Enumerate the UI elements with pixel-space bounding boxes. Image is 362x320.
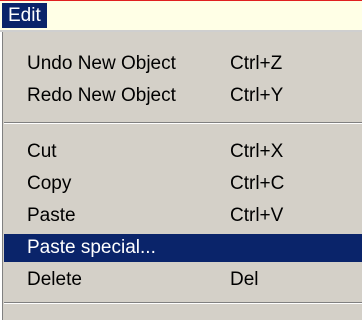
menu-item-shortcut: Ctrl+X bbox=[230, 141, 284, 162]
menu-item-cut[interactable]: Cut Ctrl+X bbox=[4, 138, 362, 166]
menu-item-shortcut: Ctrl+C bbox=[230, 173, 285, 194]
menu-separator bbox=[4, 302, 362, 304]
menu-item-redo[interactable]: Redo New Object Ctrl+Y bbox=[4, 82, 362, 110]
menu-item-undo[interactable]: Undo New Object Ctrl+Z bbox=[4, 50, 362, 78]
menu-item-label: Copy bbox=[27, 173, 72, 194]
edit-dropdown-menu: Undo New Object Ctrl+Z Redo New Object C… bbox=[0, 32, 362, 320]
menu-item-shortcut: Ctrl+Y bbox=[230, 85, 284, 106]
menu-separator bbox=[4, 122, 362, 124]
menu-bar: Edit bbox=[0, 1, 362, 32]
menu-item-label: Cut bbox=[27, 141, 57, 162]
menu-item-shortcut: Ctrl+Z bbox=[230, 53, 283, 74]
menu-item-shortcut: Del bbox=[230, 269, 259, 290]
menu-item-paste[interactable]: Paste Ctrl+V bbox=[4, 202, 362, 230]
menu-item-label: Undo New Object bbox=[27, 53, 176, 74]
menu-item-shortcut: Ctrl+V bbox=[230, 205, 284, 226]
menu-item-label: Paste bbox=[27, 205, 76, 226]
edit-menu-title[interactable]: Edit bbox=[2, 3, 47, 28]
menu-item-delete[interactable]: Delete Del bbox=[4, 266, 362, 294]
menu-item-label: Paste special... bbox=[27, 237, 156, 258]
menu-item-paste-special[interactable]: Paste special... bbox=[4, 234, 362, 262]
menu-item-label: Redo New Object bbox=[27, 85, 176, 106]
menu-item-label: Delete bbox=[27, 269, 82, 290]
menu-item-copy[interactable]: Copy Ctrl+C bbox=[4, 170, 362, 198]
